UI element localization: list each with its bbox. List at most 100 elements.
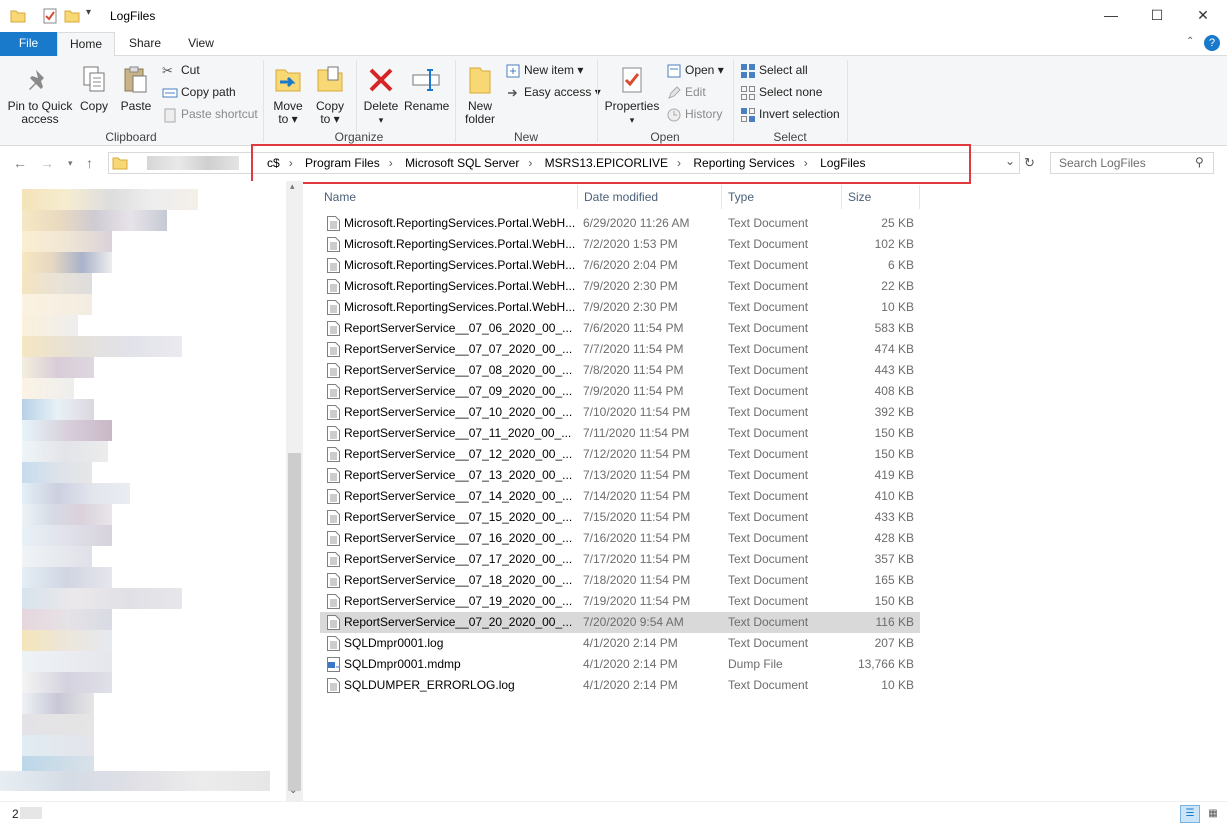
recent-locations-icon[interactable]: ▾ — [68, 158, 73, 169]
file-type: Text Document — [728, 342, 809, 356]
forward-arrow-icon[interactable]: → — [40, 155, 54, 171]
open-button[interactable]: Open ▾ — [666, 60, 724, 80]
new-folder-quick-icon[interactable] — [64, 8, 80, 24]
column-header-date[interactable]: Date modified — [578, 185, 722, 209]
close-button[interactable]: ✕ — [1180, 0, 1226, 30]
text-file-icon — [327, 531, 340, 546]
file-row[interactable]: ReportServerService__07_18_2020_00_... 7/… — [320, 570, 920, 591]
pin-to-quick-access-button[interactable]: Pin to Quick access — [6, 64, 74, 126]
file-date: 7/16/2020 11:54 PM — [583, 531, 691, 545]
file-row[interactable]: ReportServerService__07_09_2020_00_... 7/… — [320, 381, 920, 402]
file-row[interactable]: SQLDUMPER_ERRORLOG.log 4/1/2020 2:14 PM Te… — [320, 675, 920, 696]
file-size: 22 KB — [881, 279, 914, 293]
file-name: SQLDUMPER_ERRORLOG.log — [344, 678, 515, 692]
file-row[interactable]: ReportServerService__07_14_2020_00_... 7/… — [320, 486, 920, 507]
refresh-icon[interactable]: ↻ — [1024, 155, 1035, 171]
new-item-button[interactable]: New item ▾ — [505, 60, 583, 80]
file-row[interactable]: Microsoft.ReportingServices.Portal.WebH.… — [320, 234, 920, 255]
history-button[interactable]: History — [666, 104, 722, 124]
paste-shortcut-button[interactable]: Paste shortcut — [162, 104, 258, 124]
delete-button[interactable]: Delete ▾ — [362, 64, 400, 127]
file-size: 10 KB — [881, 300, 914, 314]
invert-selection-button[interactable]: Invert selection — [740, 104, 840, 124]
minimize-button[interactable]: — — [1088, 0, 1134, 30]
copy-button[interactable]: Copy — [76, 64, 112, 113]
collapse-ribbon-icon[interactable]: ⌃ — [1186, 36, 1194, 47]
file-size: 150 KB — [874, 426, 914, 440]
rename-button[interactable]: Rename — [404, 64, 449, 113]
column-header-type[interactable]: Type — [722, 185, 842, 209]
nav-pane-scrollbar[interactable]: ▴ ⌄ — [286, 181, 303, 801]
address-dropdown-icon[interactable]: ⌄ — [1005, 154, 1015, 168]
file-row[interactable]: ReportServerService__07_11_2020_00_... 7/… — [320, 423, 920, 444]
file-row[interactable]: ReportServerService__07_19_2020_00_... 7/… — [320, 591, 920, 612]
edit-button[interactable]: Edit — [666, 82, 706, 102]
column-header-name[interactable]: Name — [318, 185, 578, 209]
scrollbar-thumb[interactable] — [288, 453, 301, 791]
redacted-nav-item — [22, 630, 112, 651]
scroll-down-icon[interactable]: ⌄ — [289, 785, 297, 796]
cut-button[interactable]: ✂ Cut — [162, 60, 200, 80]
up-arrow-icon[interactable]: ↑ — [86, 155, 93, 171]
tab-file[interactable]: File — [0, 32, 57, 56]
file-row[interactable]: ReportServerService__07_08_2020_00_... 7/… — [320, 360, 920, 381]
details-view-button[interactable]: ☰ — [1180, 805, 1200, 823]
file-row[interactable]: ReportServerService__07_10_2020_00_... 7/… — [320, 402, 920, 423]
file-date: 7/14/2020 11:54 PM — [583, 489, 691, 503]
back-arrow-icon[interactable]: ← — [13, 155, 27, 171]
tab-share[interactable]: Share — [118, 32, 172, 56]
move-to-icon — [275, 69, 301, 92]
file-row[interactable]: Microsoft.ReportingServices.Portal.WebH.… — [320, 276, 920, 297]
file-row[interactable]: ReportServerService__07_16_2020_00_... 7/… — [320, 528, 920, 549]
scroll-up-icon[interactable]: ▴ — [290, 181, 295, 192]
new-folder-button[interactable]: New folder — [460, 64, 500, 126]
file-date: 6/29/2020 11:26 AM — [583, 216, 690, 230]
file-row[interactable]: ReportServerService__07_06_2020_00_... 7/… — [320, 318, 920, 339]
redacted-nav-item — [22, 336, 182, 357]
file-row[interactable]: SQLDmpr0001.log 4/1/2020 2:14 PM Text Docu… — [320, 633, 920, 654]
file-list[interactable]: Name Date modified Type Size Microsoft.R… — [303, 181, 1227, 801]
copy-to-button[interactable]: Copy to ▾ — [312, 64, 348, 126]
file-size: 357 KB — [874, 552, 914, 566]
file-size: 25 KB — [881, 216, 914, 230]
file-size: 410 KB — [874, 489, 914, 503]
help-icon[interactable]: ? — [1204, 35, 1220, 51]
tab-view[interactable]: View — [174, 32, 228, 56]
file-row[interactable]: Microsoft.ReportingServices.Portal.WebH.… — [320, 297, 920, 318]
select-none-button[interactable]: Select none — [740, 82, 822, 102]
maximize-button[interactable]: ☐ — [1134, 0, 1180, 30]
file-size: 10 KB — [881, 678, 914, 692]
file-row[interactable]: ReportServerService__07_15_2020_00_... 7/… — [320, 507, 920, 528]
search-input[interactable]: Search LogFiles — [1050, 152, 1214, 174]
navigation-pane[interactable]: ▴ ⌄ — [0, 181, 303, 801]
select-all-button[interactable]: Select all — [740, 60, 808, 80]
properties-button[interactable]: Properties ▾ — [604, 64, 660, 127]
column-header-size[interactable]: Size — [842, 185, 920, 209]
file-row[interactable]: ReportServerService__07_07_2020_00_... 7/… — [320, 339, 920, 360]
file-row[interactable]: ReportServerService__07_17_2020_00_... 7/… — [320, 549, 920, 570]
file-row[interactable]: ReportServerService__07_12_2020_00_... 7/… — [320, 444, 920, 465]
tab-home[interactable]: Home — [57, 32, 115, 57]
file-date: 7/9/2020 2:30 PM — [583, 300, 678, 314]
file-row[interactable]: SQLDmpr0001.mdmp 4/1/2020 2:14 PM Dump Fil… — [320, 654, 920, 675]
file-date: 4/1/2020 2:14 PM — [583, 657, 678, 671]
file-type: Text Document — [728, 615, 809, 629]
copy-path-button[interactable]: Copy path — [162, 82, 236, 102]
new-group-label: New — [513, 130, 538, 144]
properties-quick-icon[interactable] — [42, 8, 58, 24]
move-to-button[interactable]: Move to ▾ — [270, 64, 306, 126]
redacted-nav-item — [22, 693, 94, 714]
paste-button[interactable]: Paste — [116, 64, 156, 113]
file-row[interactable]: Microsoft.ReportingServices.Portal.WebH.… — [320, 255, 920, 276]
pin-icon — [29, 70, 44, 90]
file-row[interactable]: Microsoft.ReportingServices.Portal.WebH.… — [320, 213, 920, 234]
customize-quick-access-icon[interactable]: ▾ — [86, 7, 91, 23]
open-icon — [667, 64, 681, 78]
file-name: Microsoft.ReportingServices.Portal.WebH.… — [344, 279, 576, 293]
file-row[interactable]: ReportServerService__07_13_2020_00_... 7/… — [320, 465, 920, 486]
large-icons-view-button[interactable]: ▦ — [1203, 805, 1223, 823]
easy-access-button[interactable]: Easy access ▾ — [505, 82, 601, 102]
file-type: Text Document — [728, 447, 809, 461]
file-row[interactable]: ReportServerService__07_20_2020_00_... 7/… — [320, 612, 920, 633]
redacted-nav-item — [22, 609, 112, 630]
